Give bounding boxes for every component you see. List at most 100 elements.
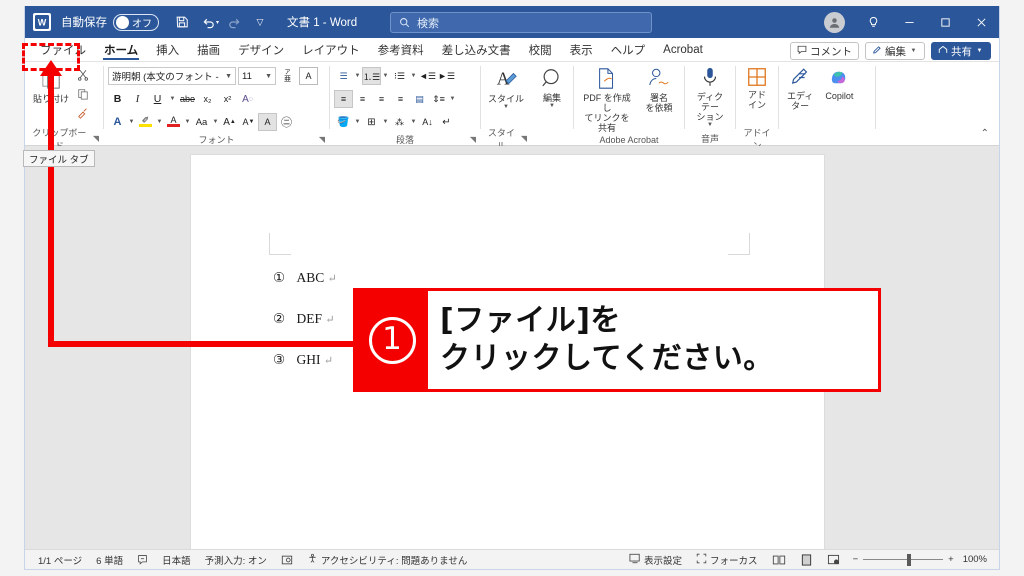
tab-home[interactable]: ホーム	[95, 39, 147, 61]
zoom-out-button[interactable]: −	[853, 554, 859, 565]
character-border-icon[interactable]: A	[299, 67, 318, 85]
editor-button[interactable]: エディ ター	[783, 64, 817, 113]
undo-icon[interactable]	[195, 10, 221, 34]
bullet-list-icon[interactable]: ☰	[334, 67, 353, 85]
proofing-icon[interactable]	[130, 554, 155, 565]
search-input[interactable]: 検索	[390, 12, 652, 33]
account-avatar-icon[interactable]	[824, 11, 845, 33]
chevron-down-icon[interactable]: ▼	[409, 73, 418, 79]
increase-indent-icon[interactable]: ►☰	[437, 67, 456, 85]
dialog-launcher-icon[interactable]: ◥	[93, 134, 99, 143]
dialog-launcher-icon[interactable]: ◥	[470, 135, 476, 144]
tab-insert[interactable]: 挿入	[147, 39, 188, 61]
phonetic-icon[interactable]: ⁂	[390, 113, 409, 131]
font-size-selector[interactable]: 11 ▼	[238, 67, 276, 85]
align-left-icon[interactable]: ≡	[334, 90, 353, 108]
grow-font-icon[interactable]: A ▲	[220, 113, 239, 131]
save-icon[interactable]	[169, 10, 195, 34]
enclose-character-icon[interactable]: ㋥	[277, 113, 296, 131]
copilot-button[interactable]: Copilot	[821, 64, 857, 103]
request-signature-button[interactable]: 署名 を依頼	[638, 64, 680, 115]
zoom-in-button[interactable]: +	[948, 554, 954, 565]
prediction-indicator[interactable]: 予測入力: オン	[198, 553, 274, 567]
align-right-icon[interactable]: ≡	[372, 90, 391, 108]
show-paragraph-marks-icon[interactable]: ↵	[437, 113, 456, 131]
chevron-down-icon[interactable]: ▼	[168, 96, 177, 102]
subscript-button[interactable]: x₂	[198, 90, 217, 108]
chevron-down-icon[interactable]: ▼	[211, 119, 220, 125]
align-center-icon[interactable]: ≡	[353, 90, 372, 108]
strikethrough-icon[interactable]: abe	[178, 90, 197, 108]
sort-icon[interactable]: A↓	[418, 113, 437, 131]
tab-acrobat[interactable]: Acrobat	[654, 39, 712, 61]
shading-icon[interactable]: 🪣	[334, 113, 353, 131]
edit-mode-button[interactable]: 編集 ▼	[865, 42, 925, 60]
close-icon[interactable]	[963, 6, 999, 38]
vertical-scrollbar[interactable]	[991, 146, 998, 549]
font-color-icon[interactable]: A	[164, 113, 183, 131]
dictate-button[interactable]: ディクテー ション ▼	[689, 64, 731, 131]
chevron-down-icon[interactable]: ▼	[548, 103, 557, 110]
multilevel-list-icon[interactable]: ⁝☰	[390, 67, 409, 85]
chevron-down-icon[interactable]: ▼	[381, 73, 390, 79]
chevron-down-icon[interactable]: ▼	[502, 104, 511, 111]
tab-mailings[interactable]: 差し込み文書	[433, 39, 520, 61]
numbered-list-icon[interactable]: ⒈☰	[362, 67, 381, 85]
chevron-down-icon[interactable]: ▼	[381, 119, 390, 125]
autosave-toggle[interactable]: オフ	[113, 13, 159, 31]
font-name-selector[interactable]: 游明朝 (本文のフォント - 日本語) ▼	[108, 67, 236, 85]
superscript-button[interactable]: x²	[218, 90, 237, 108]
customize-quick-access-icon[interactable]: ▽	[247, 10, 273, 34]
tab-help[interactable]: ヘルプ	[602, 39, 655, 61]
borders-icon[interactable]: ⊞	[362, 113, 381, 131]
comment-button[interactable]: コメント	[790, 42, 859, 60]
dialog-launcher-icon[interactable]: ◥	[521, 134, 527, 143]
word-count[interactable]: 6 単語	[89, 553, 130, 567]
justify-icon[interactable]: ≡	[391, 90, 410, 108]
tab-file[interactable]: ファイル	[31, 39, 95, 61]
zoom-level[interactable]: 100%	[963, 554, 987, 565]
chevron-down-icon[interactable]: ▼	[448, 96, 457, 102]
chevron-down-icon[interactable]: ▼	[127, 119, 136, 125]
track-changes-icon[interactable]	[274, 554, 300, 566]
tab-design[interactable]: デザイン	[229, 39, 293, 61]
character-shading-icon[interactable]: A	[258, 113, 277, 131]
italic-button[interactable]: I	[128, 90, 147, 108]
read-mode-button[interactable]	[765, 554, 793, 566]
text-highlight-icon[interactable]: ✐	[136, 113, 155, 131]
addins-button[interactable]: アド イン	[742, 64, 772, 112]
format-painter-button[interactable]	[73, 104, 93, 122]
page-info[interactable]: 1/1 ページ	[31, 553, 89, 567]
bold-button[interactable]: B	[108, 90, 127, 108]
display-settings-button[interactable]: 表示設定	[622, 553, 689, 567]
chevron-down-icon[interactable]: ▼	[183, 119, 192, 125]
dialog-launcher-icon[interactable]: ◥	[319, 135, 325, 144]
shrink-font-icon[interactable]: A ▼	[239, 113, 258, 131]
styles-button[interactable]: A スタイル ▼	[484, 64, 528, 113]
create-pdf-button[interactable]: PDF を作成し てリンクを共有	[578, 64, 636, 135]
cut-button[interactable]	[73, 66, 93, 84]
zoom-track[interactable]	[863, 553, 944, 566]
zoom-slider[interactable]: − + 100%	[847, 553, 993, 566]
tab-view[interactable]: 表示	[561, 39, 602, 61]
chevron-down-icon[interactable]: ▼	[155, 119, 164, 125]
chevron-down-icon[interactable]: ▼	[409, 119, 418, 125]
change-case-button[interactable]: Aa	[192, 113, 211, 131]
minimize-icon[interactable]	[891, 6, 927, 38]
editing-button[interactable]: 編集 ▼	[536, 64, 568, 112]
zoom-thumb[interactable]	[907, 553, 911, 566]
accessibility-status[interactable]: アクセシビリティ: 問題ありません	[300, 553, 474, 567]
focus-button[interactable]: フォーカス	[689, 553, 765, 567]
copy-button[interactable]	[73, 85, 93, 103]
clear-formatting-icon[interactable]: A ◌	[238, 90, 257, 108]
chevron-down-icon[interactable]: ▼	[353, 73, 362, 79]
decrease-indent-icon[interactable]: ◄☰	[418, 67, 437, 85]
print-layout-button[interactable]	[793, 553, 820, 566]
distribute-icon[interactable]: ▤	[410, 90, 429, 108]
share-button[interactable]: 共有 ▼	[931, 42, 991, 60]
maximize-icon[interactable]	[927, 6, 963, 38]
lightbulb-icon[interactable]	[855, 6, 891, 38]
text-effects-icon[interactable]: A	[108, 113, 127, 131]
tab-review[interactable]: 校閲	[520, 39, 561, 61]
web-layout-button[interactable]	[820, 554, 847, 566]
